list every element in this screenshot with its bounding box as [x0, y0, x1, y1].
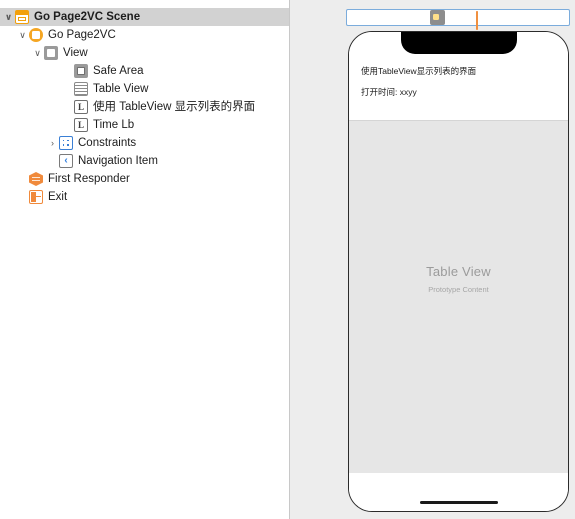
- outline-row-view[interactable]: ∨ View: [0, 44, 289, 62]
- view-icon: [44, 46, 58, 60]
- outline-row-navigation-item[interactable]: ‹ Navigation Item: [0, 152, 289, 170]
- disclosure-triangle-icon[interactable]: ∨: [31, 48, 44, 58]
- phone-bottom-area: [349, 473, 568, 511]
- outline-row-label: View: [63, 47, 88, 59]
- dock-view-controller-icon[interactable]: [429, 10, 445, 25]
- table-view-title: Table View: [426, 264, 491, 280]
- constraints-icon: [59, 136, 73, 150]
- exit-icon: [29, 190, 43, 204]
- xcode-storyboard-editor: ∨ Go Page2VC Scene ∨ Go Page2VC ∨ View S…: [0, 0, 575, 519]
- label-icon: L: [74, 100, 88, 114]
- safe-area-icon: [74, 64, 88, 78]
- home-indicator: [419, 500, 498, 504]
- first-responder-icon: [29, 172, 43, 186]
- outline-row-label: Time Lb: [93, 119, 135, 131]
- scene-icon: [15, 10, 29, 24]
- outline-row-exit[interactable]: Exit: [0, 188, 289, 206]
- device-notch: [400, 32, 517, 54]
- outline-row-safe-area[interactable]: Safe Area: [0, 62, 289, 80]
- outline-row-scene[interactable]: ∨ Go Page2VC Scene: [0, 8, 289, 26]
- outline-row-label: Exit: [48, 191, 68, 203]
- outline-row-time-label[interactable]: L Time Lb: [0, 116, 289, 134]
- document-outline-panel: ∨ Go Page2VC Scene ∨ Go Page2VC ∨ View S…: [0, 0, 290, 519]
- outline-row-label: Table View: [93, 83, 149, 95]
- outline-row-label: Safe Area: [93, 65, 144, 77]
- dock-first-responder-icon[interactable]: [455, 12, 466, 23]
- storyboard-canvas[interactable]: 使用TableView显示列表的界面 打开时间: xxyy Table View…: [290, 0, 575, 519]
- disclosure-triangle-icon[interactable]: ∨: [16, 30, 29, 40]
- outline-tree[interactable]: ∨ Go Page2VC Scene ∨ Go Page2VC ∨ View S…: [0, 0, 289, 206]
- table-view-icon: [74, 82, 88, 96]
- outline-row-label: Go Page2VC Scene: [34, 11, 141, 23]
- outline-row-label: Navigation Item: [78, 155, 158, 167]
- outline-row-first-responder[interactable]: First Responder: [0, 170, 289, 188]
- disclosure-triangle-icon[interactable]: ›: [46, 138, 59, 148]
- table-view-placeholder[interactable]: Table View Prototype Content: [349, 120, 568, 473]
- dock-exit-icon[interactable]: [475, 11, 487, 30]
- label-icon: L: [74, 118, 88, 132]
- view-controller-icon: [29, 28, 43, 42]
- time-label[interactable]: 打开时间: xxyy: [361, 86, 417, 98]
- outline-row-view-controller[interactable]: ∨ Go Page2VC: [0, 26, 289, 44]
- navigation-item-icon: ‹: [59, 154, 73, 168]
- outline-row-label: Go Page2VC: [48, 29, 116, 41]
- view-controller-preview[interactable]: 使用TableView显示列表的界面 打开时间: xxyy Table View…: [348, 31, 569, 512]
- outline-row-table-view[interactable]: Table View: [0, 80, 289, 98]
- outline-row-label: First Responder: [48, 173, 130, 185]
- outline-row-label: 使用 TableView 显示列表的界面: [93, 101, 256, 113]
- scene-dock[interactable]: [346, 9, 570, 30]
- outline-row-constraints[interactable]: › Constraints: [0, 134, 289, 152]
- disclosure-triangle-icon[interactable]: ∨: [2, 12, 15, 22]
- table-view-subtitle: Prototype Content: [428, 285, 489, 295]
- table-view-placeholder-text: Table View Prototype Content: [349, 264, 568, 294]
- outline-row-label: Constraints: [78, 137, 137, 149]
- outline-row-title-label[interactable]: L 使用 TableView 显示列表的界面: [0, 98, 289, 116]
- title-label[interactable]: 使用TableView显示列表的界面: [361, 65, 476, 77]
